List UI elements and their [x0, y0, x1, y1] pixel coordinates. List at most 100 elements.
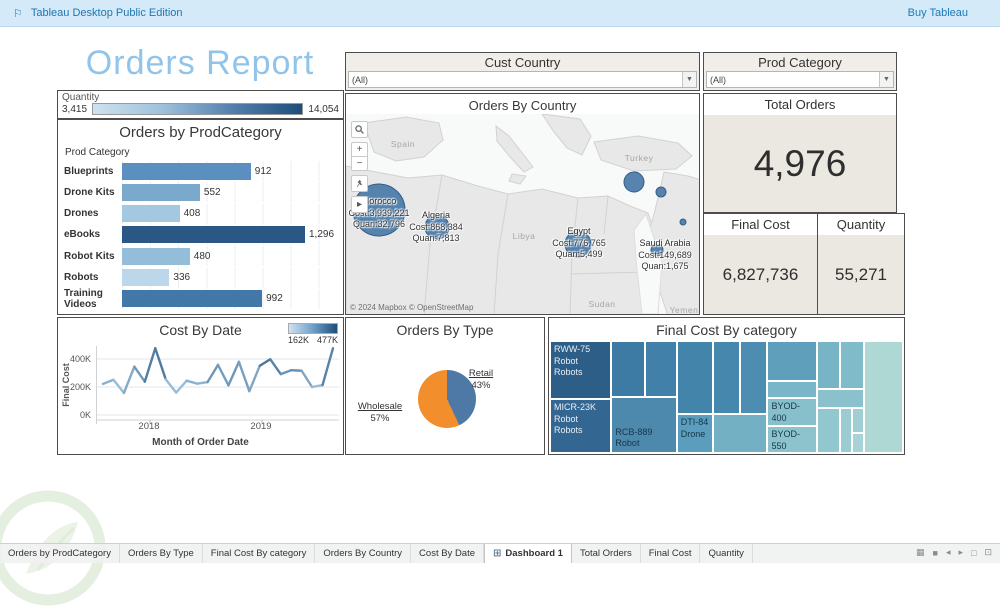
orders-by-prodcategory-chart: Orders by ProdCategory Prod Category Blu…: [57, 119, 344, 315]
line-segment[interactable]: [281, 370, 291, 374]
treemap-cell[interactable]: [645, 341, 677, 397]
bar-category-label: eBooks: [64, 229, 122, 240]
treemap-cell[interactable]: [611, 341, 645, 397]
map-canvas[interactable]: SpainTurkeyLibyaSudanYemen MoroccoCost:3…: [346, 114, 699, 314]
chevron-down-icon[interactable]: ▼: [879, 72, 893, 87]
line-x-axis-label: Month of Order Date: [58, 437, 343, 448]
treemap-cell[interactable]: [713, 414, 767, 453]
sheet-sorter-icon[interactable]: ■: [933, 548, 938, 558]
buy-tableau-link[interactable]: Buy Tableau: [908, 7, 968, 19]
map-search-icon[interactable]: [351, 121, 368, 138]
chevron-down-icon[interactable]: ▼: [682, 72, 696, 87]
line-segment[interactable]: [260, 359, 270, 365]
line-segment[interactable]: [124, 367, 134, 393]
tab-label: Orders By Country: [323, 548, 402, 559]
new-sheet-icon[interactable]: □: [971, 548, 976, 558]
tab-orders-by-prodcategory[interactable]: Orders by ProdCategory: [0, 544, 120, 563]
map-zoom-out-icon[interactable]: −: [351, 156, 368, 171]
bar-mark[interactable]: [122, 226, 305, 243]
tab-final-cost-by-category[interactable]: Final Cost By category: [203, 544, 316, 563]
bar-track: 992: [122, 289, 339, 309]
bar-mark[interactable]: [122, 163, 251, 180]
final-cost-card: Final Cost 6,827,736: [703, 213, 818, 315]
treemap-cell[interactable]: [767, 341, 816, 381]
bar-track: 1,296: [122, 225, 339, 245]
line-segment[interactable]: [218, 365, 228, 385]
map-expand-arrow-icon[interactable]: ▸: [351, 196, 368, 213]
treemap-cell[interactable]: [740, 341, 768, 414]
line-segment[interactable]: [197, 382, 207, 384]
treemap-cell[interactable]: [864, 341, 903, 453]
line-segment[interactable]: [323, 348, 333, 385]
map-mark-syria[interactable]: [624, 172, 644, 192]
treemap-cell[interactable]: [713, 341, 740, 414]
line-chart-plot[interactable]: [96, 346, 339, 424]
treemap-cell-dti-84[interactable]: DTI-84Drone: [677, 414, 713, 453]
map-mark-iraq-north[interactable]: [656, 187, 666, 197]
tab-orders-by-country[interactable]: Orders By Country: [315, 544, 411, 563]
cust-country-dropdown[interactable]: (All) ▼: [348, 71, 697, 88]
previous-sheet-icon[interactable]: ◂: [946, 547, 951, 558]
tab-final-cost[interactable]: Final Cost: [641, 544, 701, 563]
tab-cost-by-date[interactable]: Cost By Date: [411, 544, 484, 563]
treemap-cell[interactable]: [817, 341, 840, 389]
filmstrip-icon[interactable]: ▦: [916, 547, 925, 558]
bar-mark[interactable]: [122, 184, 200, 201]
tab-label: Final Cost: [649, 548, 692, 559]
treemap-cell[interactable]: [767, 381, 816, 398]
quantity-color-legend: Quantity 3,415 14,054: [57, 90, 344, 119]
line-segment[interactable]: [145, 348, 155, 381]
treemap-cell-byod-400[interactable]: BYOD-400: [767, 398, 816, 426]
treemap-cell-rcb-889-robot[interactable]: RCB-889 Robot: [611, 397, 676, 453]
bar-row: Robot Kits480: [64, 246, 339, 266]
legend-title: Quantity: [62, 92, 99, 103]
line-segment[interactable]: [302, 371, 312, 387]
bar-category-label: Drone Kits: [64, 187, 122, 198]
tab-dashboard-1[interactable]: ⊞Dashboard 1: [484, 544, 572, 563]
treemap-cell-label: DTI-84Drone: [678, 415, 712, 442]
tab-total-orders[interactable]: Total Orders: [572, 544, 641, 563]
line-color-legend: 162K 477K: [288, 323, 338, 345]
line-segment[interactable]: [228, 362, 238, 386]
quantity-card: Quantity 55,271: [817, 213, 905, 315]
line-segment[interactable]: [270, 359, 280, 374]
y-tick-400k: 400K: [58, 354, 91, 364]
treemap-cell[interactable]: [817, 408, 840, 453]
tab-quantity[interactable]: Quantity: [700, 544, 752, 563]
geo-label-spain: Spain: [391, 139, 415, 149]
map-pin-icon[interactable]: [351, 175, 368, 192]
next-sheet-icon[interactable]: ▸: [958, 547, 963, 558]
line-segment[interactable]: [155, 348, 165, 379]
map-zoom-in-icon[interactable]: +: [351, 142, 368, 156]
treemap-cell-byod-550[interactable]: BYOD-550: [767, 426, 816, 453]
treemap-cell[interactable]: [852, 408, 864, 433]
line-segment[interactable]: [103, 380, 113, 384]
bar-track: 336: [122, 268, 339, 288]
map-mark-iraq-south[interactable]: [680, 219, 686, 225]
treemap-cell-micr-23k[interactable]: MICR-23KRobotRobots: [550, 399, 611, 453]
prod-category-dropdown[interactable]: (All) ▼: [706, 71, 894, 88]
legend-max-value: 14,054: [308, 104, 339, 115]
treemap-cell[interactable]: [852, 433, 864, 453]
bar-value-label: 408: [184, 208, 201, 219]
bar-mark[interactable]: [122, 205, 180, 222]
line-segment[interactable]: [134, 367, 144, 382]
line-segment[interactable]: [166, 379, 176, 392]
line-segment[interactable]: [291, 370, 301, 371]
bar-mark[interactable]: [122, 248, 190, 265]
bar-mark[interactable]: [122, 269, 169, 286]
presentation-mode-icon[interactable]: ⊡: [984, 547, 992, 558]
treemap-cell[interactable]: [817, 389, 864, 408]
line-segment[interactable]: [113, 380, 123, 393]
treemap-cell[interactable]: [840, 408, 852, 453]
treemap-cell[interactable]: [840, 341, 864, 389]
treemap-cell-rww-75[interactable]: RWW-75RobotRobots: [550, 341, 611, 399]
bar-category-label: Robots: [64, 272, 122, 283]
bar-mark[interactable]: [122, 290, 262, 307]
bar-value-label: 552: [204, 187, 221, 198]
line-segment[interactable]: [187, 381, 197, 384]
treemap-cell[interactable]: [677, 341, 713, 414]
tab-orders-by-type[interactable]: Orders By Type: [120, 544, 203, 563]
line-segment[interactable]: [208, 365, 218, 382]
line-legend-gradient: [288, 323, 338, 334]
